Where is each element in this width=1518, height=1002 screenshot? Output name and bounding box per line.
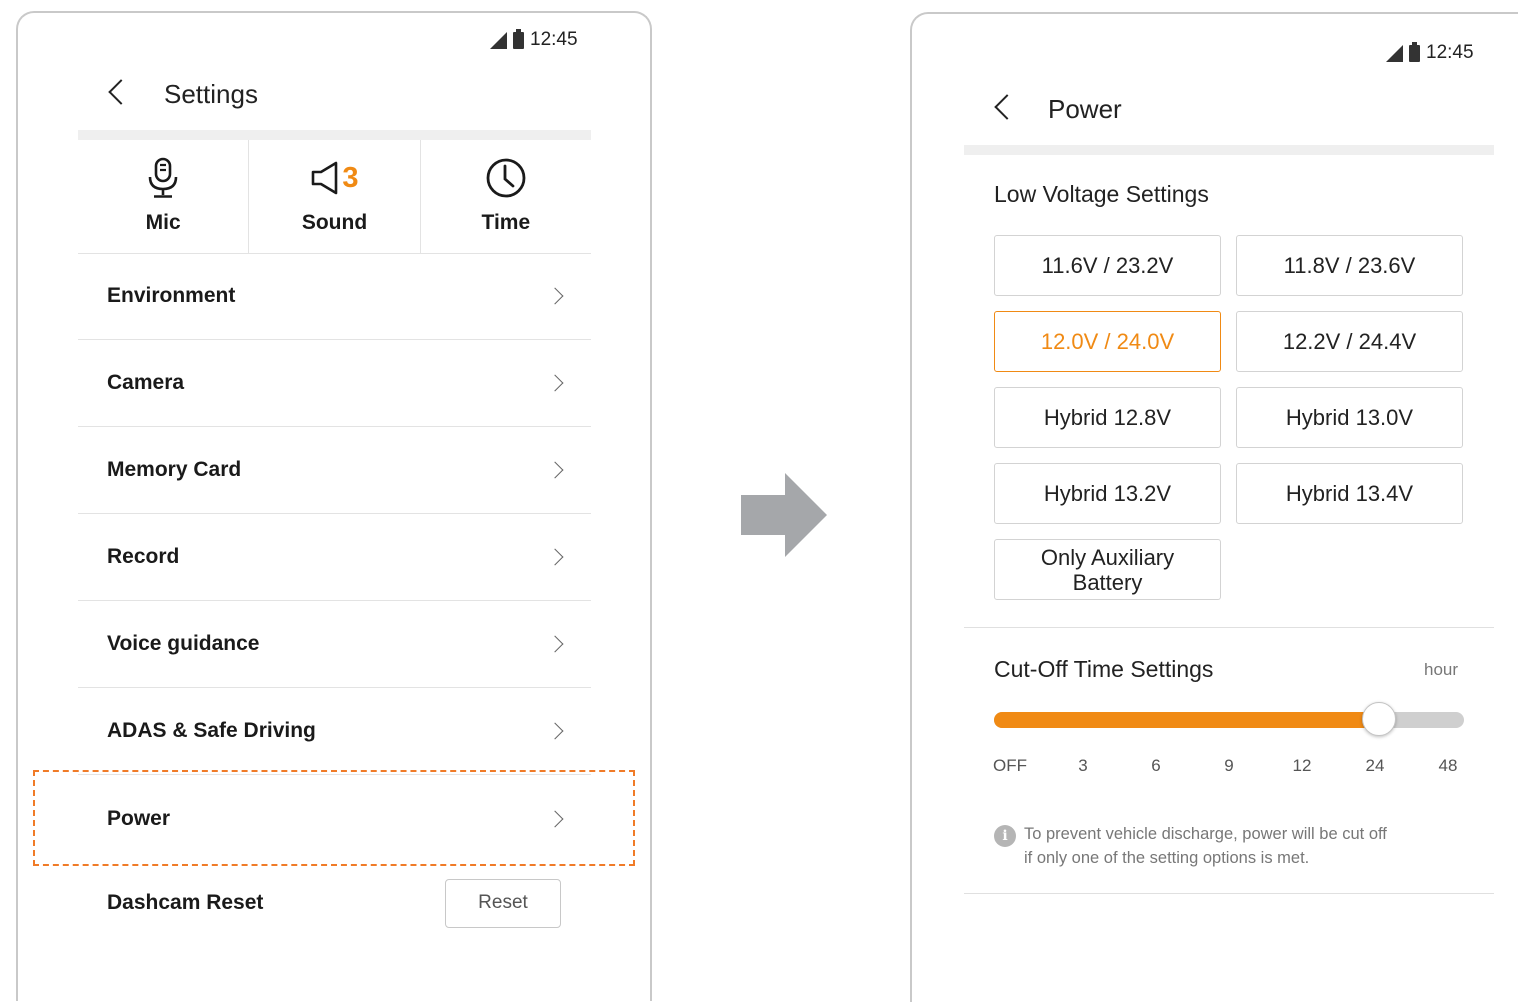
chevron-right-icon — [546, 461, 564, 479]
voltage-option[interactable]: Hybrid 13.0V — [1236, 387, 1463, 448]
menu-item-label: Environment — [107, 284, 236, 307]
cutoff-tick-label: 12 — [1292, 756, 1312, 775]
info-text-line-2: if only one of the setting options is me… — [1024, 849, 1310, 867]
power-screen: 12:45 Power Low Voltage Settings 11.6V /… — [910, 12, 1518, 1002]
arrow-right-icon — [741, 473, 827, 557]
menu-item-record[interactable]: Record — [78, 514, 591, 601]
status-time: 12:45 — [530, 29, 578, 50]
header: Settings — [106, 75, 258, 114]
sound-level-badge: 3 — [342, 161, 359, 194]
cutoff-slider[interactable] — [994, 702, 1464, 736]
cutoff-slider-fill — [994, 712, 1379, 728]
reset-button[interactable]: Reset — [445, 878, 561, 928]
info-text: To prevent vehicle discharge, power will… — [1024, 822, 1464, 870]
header-divider — [78, 130, 591, 140]
voltage-option[interactable]: 11.6V / 23.2V — [994, 235, 1221, 296]
menu-item-label: Memory Card — [107, 458, 242, 481]
chevron-right-icon — [546, 810, 564, 827]
voltage-option[interactable]: 12.2V / 24.4V — [1236, 311, 1463, 372]
signal-icon — [490, 31, 507, 49]
menu-item-camera[interactable]: Camera — [78, 340, 591, 427]
time-button[interactable]: Time — [419, 140, 591, 253]
speaker-icon — [312, 161, 338, 195]
mic-label: Mic — [145, 211, 181, 234]
menu-item-memory-card[interactable]: Memory Card — [78, 427, 591, 514]
cutoff-tick-label: 9 — [1224, 756, 1234, 775]
cutoff-tick-label: OFF — [993, 756, 1027, 775]
status-bar: 12:45 — [1386, 41, 1474, 64]
voltage-option-selected[interactable]: 12.0V / 24.0V — [994, 311, 1221, 372]
menu-item-label: Power — [107, 806, 171, 830]
menu-item-label: Camera — [107, 371, 185, 394]
info-icon: i — [994, 825, 1016, 847]
sound-button[interactable]: 3 Sound — [248, 140, 419, 253]
info-text-line-1: To prevent vehicle discharge, power will… — [1024, 825, 1387, 843]
back-chevron-icon — [994, 94, 1020, 120]
bottom-divider — [964, 893, 1494, 894]
clock-icon — [485, 157, 527, 199]
settings-menu: Environment Camera Memory Card Record Vo… — [78, 253, 591, 862]
status-bar: 12:45 — [490, 28, 578, 51]
cutoff-tick-label: 24 — [1365, 756, 1385, 775]
voltage-option[interactable]: Hybrid 13.4V — [1236, 463, 1463, 524]
menu-item-label: ADAS & Safe Driving — [107, 719, 316, 742]
back-chevron-icon — [108, 79, 134, 105]
low-voltage-title: Low Voltage Settings — [994, 181, 1209, 207]
menu-item-adas[interactable]: ADAS & Safe Driving — [78, 688, 591, 775]
signal-icon — [1386, 44, 1403, 62]
battery-icon — [1409, 41, 1420, 62]
cutoff-tick-label: 3 — [1078, 756, 1088, 775]
menu-item-power[interactable]: Power — [78, 775, 591, 862]
section-divider — [964, 627, 1494, 628]
header-divider — [964, 145, 1494, 155]
cutoff-slider-thumb[interactable] — [1362, 702, 1396, 736]
dashcam-reset-label: Dashcam Reset — [107, 891, 264, 914]
page-title: Power — [1048, 94, 1122, 124]
menu-item-label: Voice guidance — [107, 632, 260, 655]
page-title: Settings — [164, 79, 258, 109]
voltage-option[interactable]: 11.8V / 23.6V — [1236, 235, 1463, 296]
cutoff-title: Cut-Off Time Settings — [994, 656, 1214, 682]
chevron-right-icon — [546, 635, 564, 653]
cutoff-tick-label: 48 — [1438, 756, 1458, 775]
cutoff-unit: hour — [1424, 660, 1459, 679]
status-time: 12:45 — [1426, 42, 1474, 63]
header: Power — [992, 90, 1122, 129]
menu-item-environment[interactable]: Environment — [78, 253, 591, 340]
chevron-right-icon — [546, 548, 564, 566]
mic-button[interactable]: Mic — [78, 140, 248, 253]
sound-label: Sound — [301, 211, 368, 234]
back-button[interactable] — [992, 90, 1022, 129]
settings-screen: 12:45 Settings Mic 3 Sound Time Environm… — [16, 11, 652, 1001]
voltage-option[interactable]: Only Auxiliary Battery — [994, 539, 1221, 600]
voltage-option[interactable]: Hybrid 13.2V — [994, 463, 1221, 524]
mic-icon — [145, 157, 181, 199]
back-button[interactable] — [106, 75, 136, 114]
dashcam-reset-row: Dashcam Reset Reset — [78, 863, 591, 943]
chevron-right-icon — [546, 722, 564, 740]
menu-item-voice-guidance[interactable]: Voice guidance — [78, 601, 591, 688]
menu-item-label: Record — [107, 545, 180, 568]
quick-settings-row: Mic 3 Sound Time — [78, 140, 591, 254]
cutoff-tick-label: 6 — [1151, 756, 1161, 775]
chevron-right-icon — [546, 374, 564, 392]
voltage-option[interactable]: Hybrid 12.8V — [994, 387, 1221, 448]
sound-icon-group: 3 — [310, 157, 359, 199]
battery-icon — [513, 28, 524, 49]
chevron-right-icon — [546, 287, 564, 305]
time-label: Time — [481, 211, 531, 234]
